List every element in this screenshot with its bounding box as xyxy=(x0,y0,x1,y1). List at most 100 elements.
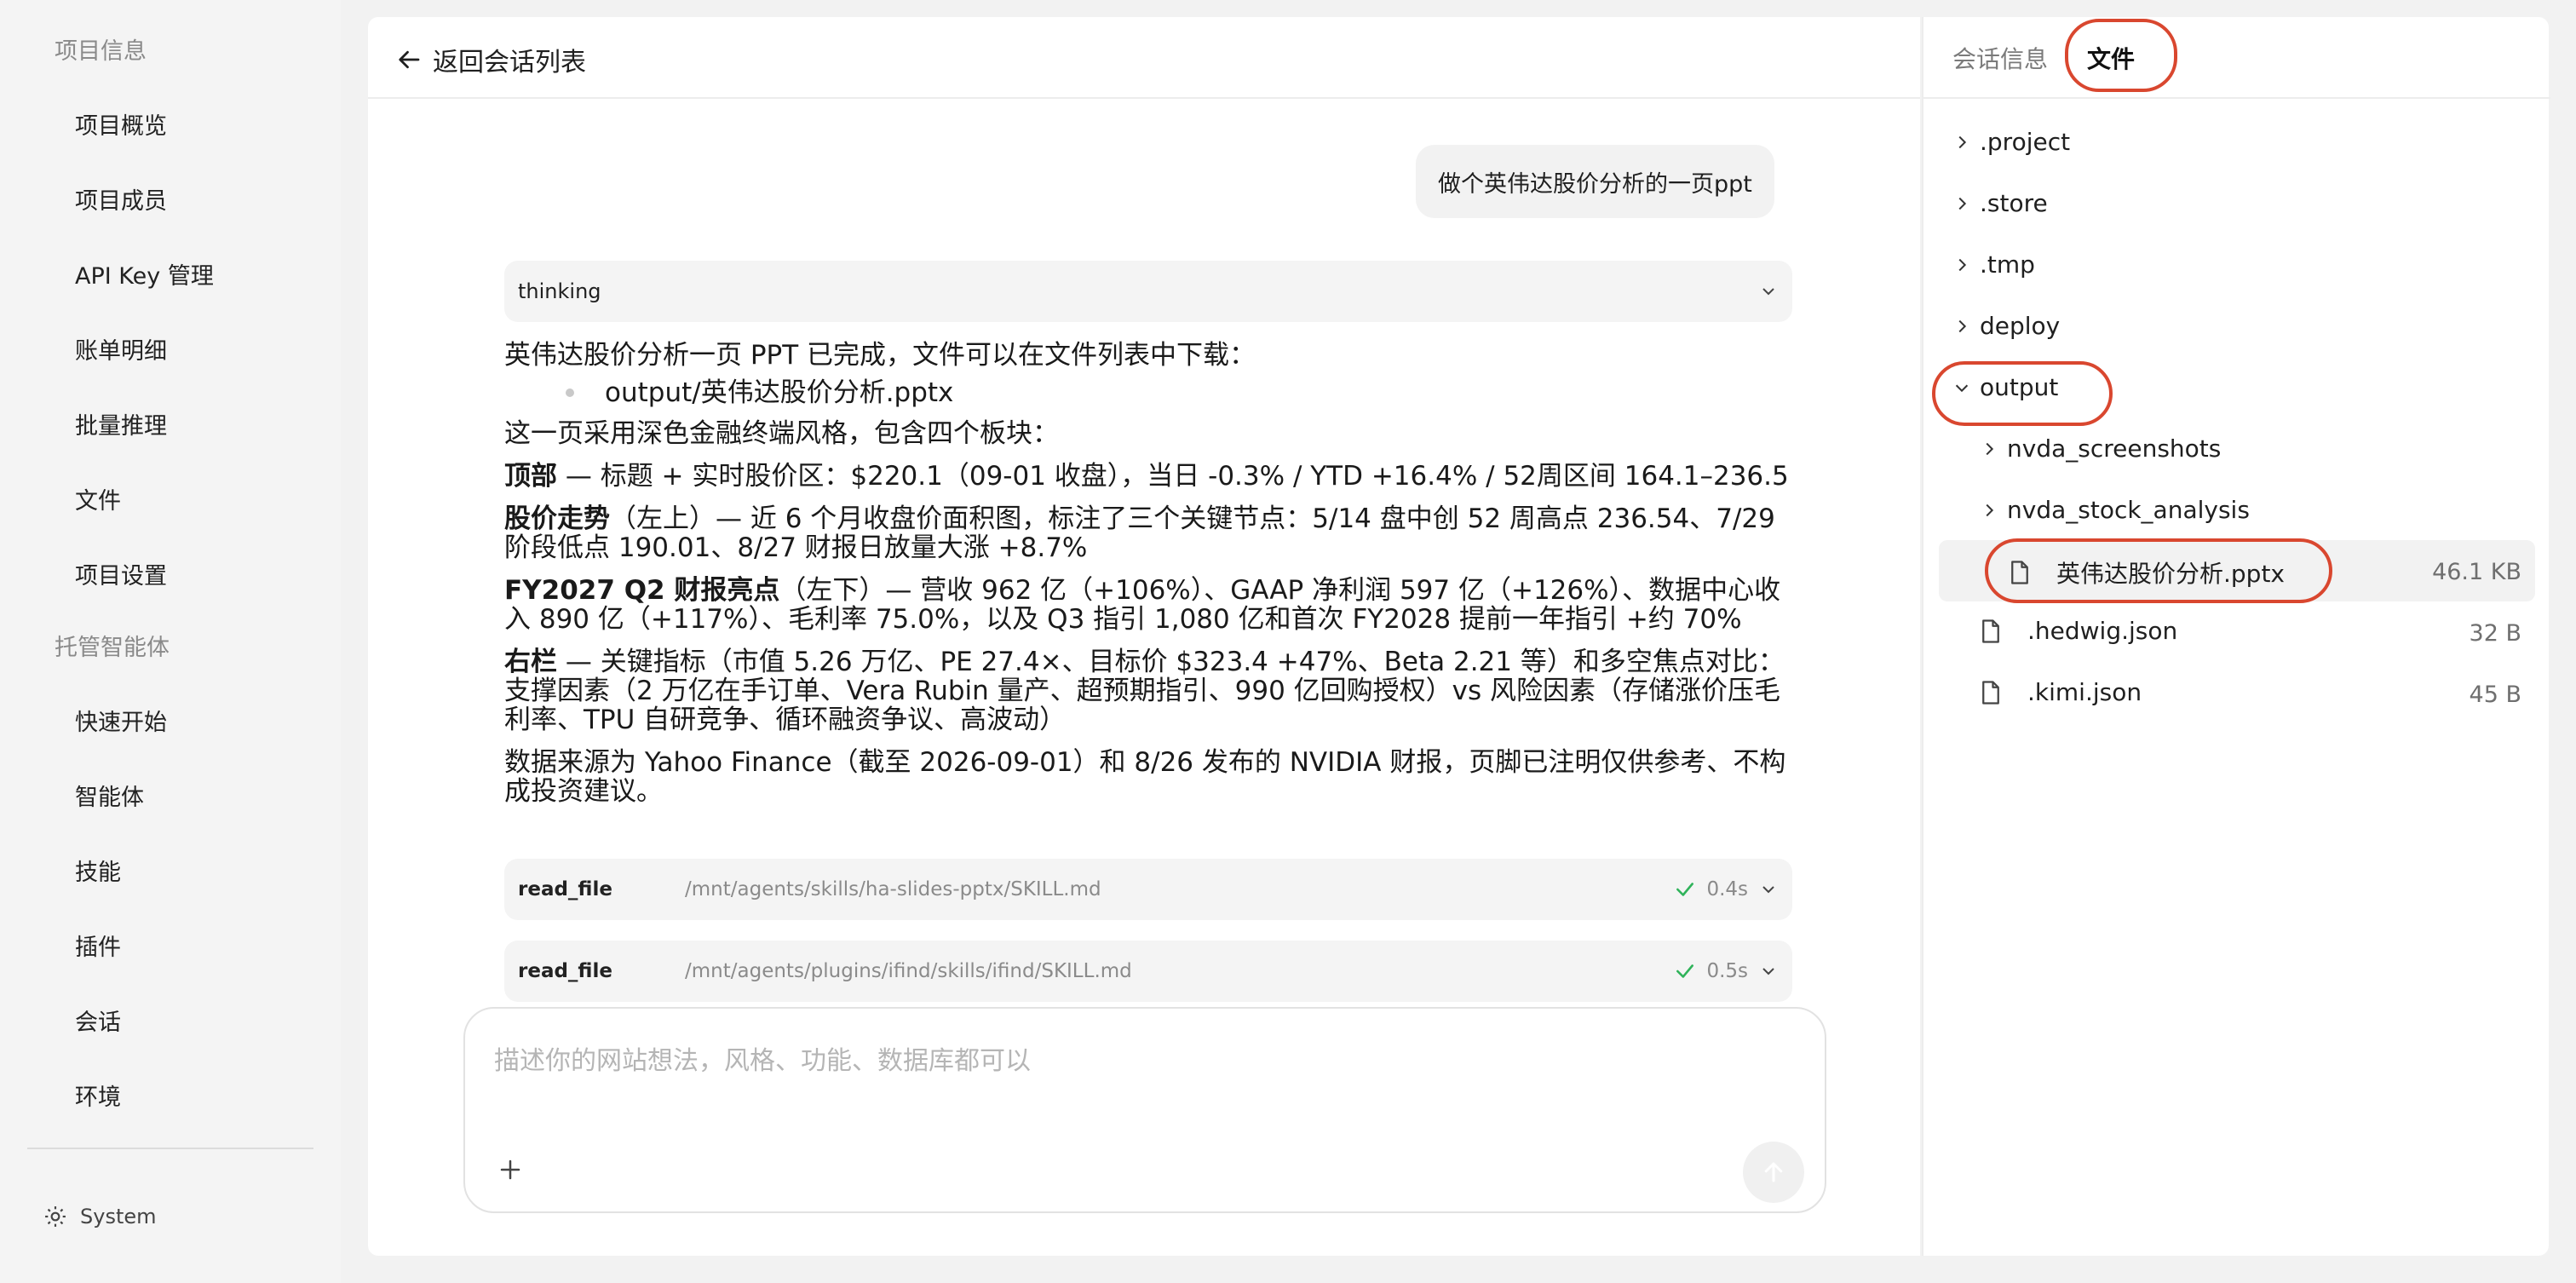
answer-intro: 英伟达股价分析一页 PPT 已完成，文件可以在文件列表中下载： xyxy=(504,340,1256,371)
sidebar-item-members[interactable]: 项目成员 xyxy=(75,182,167,216)
tool-path: /mnt/agents/plugins/ifind/skills/ifind/S… xyxy=(685,960,1132,982)
check-icon xyxy=(1676,964,1694,978)
answer-top-text: — 标题 + 实时股价区：$220.1（09-01 收盘），当日 -0.3% /… xyxy=(557,461,1789,492)
chevron-right-icon xyxy=(1958,258,1967,271)
system-label: System xyxy=(80,1205,157,1228)
back-label: 返回会话列表 xyxy=(433,48,586,78)
sidebar-item-quickstart[interactable]: 快速开始 xyxy=(75,704,167,737)
tree-label: .kimi.json xyxy=(2027,678,2142,706)
tree-label: output xyxy=(1980,373,2059,401)
sidebar-item-sessions[interactable]: 会话 xyxy=(75,1004,121,1037)
tree-label: .project xyxy=(1980,128,2071,156)
answer-trend-section: 股价走势（左上）— 近 6 个月收盘价面积图，标注了三个关键节点：5/14 盘中… xyxy=(504,504,1799,562)
chevron-down-icon xyxy=(1762,288,1774,296)
plus-icon[interactable] xyxy=(497,1157,523,1182)
sun-icon xyxy=(45,1206,66,1227)
tab-session-info[interactable]: 会话信息 xyxy=(1952,41,2048,75)
chevron-right-icon xyxy=(1958,197,1967,210)
file-icon xyxy=(1982,680,1999,705)
tree-folder-nvda-stock-analysis[interactable]: nvda_stock_analysis xyxy=(1980,496,2250,524)
answer-file-bullet: output/英伟达股价分析.pptx xyxy=(566,378,1799,407)
answer-right-label: 右栏 xyxy=(504,647,557,677)
answer-right-section: 右栏 — 关键指标（市值 5.26 万亿、PE 27.4×、目标价 $323.4… xyxy=(504,647,1799,734)
tree-folder-project[interactable]: .project xyxy=(1952,128,2070,156)
chevron-right-icon xyxy=(1958,319,1967,332)
answer-trend-label: 股价走势 xyxy=(504,503,610,534)
sidebar-item-skills[interactable]: 技能 xyxy=(75,854,121,887)
tree-file-hedwig-json[interactable]: .hedwig.json xyxy=(1980,617,2177,645)
tool-name: read_file xyxy=(518,878,612,900)
tree-label: .tmp xyxy=(1980,250,2035,279)
answer-fy-label: FY2027 Q2 财报亮点 xyxy=(504,575,780,606)
chat-header: 返回会话列表 xyxy=(368,17,1920,99)
tree-label: .store xyxy=(1980,189,2048,217)
right-panel: 会话信息 文件 .project .store .tmp deploy outp… xyxy=(1922,17,2550,1256)
user-message: 做个英伟达股价分析的一页ppt xyxy=(1416,145,1774,218)
answer-top-section: 顶部 — 标题 + 实时股价区：$220.1（09-01 收盘），当日 -0.3… xyxy=(504,462,1799,491)
sidebar-item-batch[interactable]: 批量推理 xyxy=(75,407,167,440)
tool-call-row[interactable]: read_file /mnt/agents/plugins/ifind/skil… xyxy=(504,941,1792,1002)
send-button[interactable] xyxy=(1743,1142,1804,1203)
tree-folder-output[interactable]: output xyxy=(1952,373,2058,401)
chevron-right-icon xyxy=(1958,135,1967,148)
message-composer[interactable]: 描述你的网站想法，风格、功能、数据库都可以 xyxy=(463,1007,1826,1213)
chat-panel: 返回会话列表 做个英伟达股价分析的一页ppt thinking 英伟达股价分析一… xyxy=(368,17,1920,1256)
sidebar-group-project: 项目信息 xyxy=(55,38,147,65)
tool-duration: 0.4s xyxy=(1706,878,1748,900)
sidebar-item-billing[interactable]: 账单明细 xyxy=(75,332,167,365)
answer-style-line: 这一页采用深色金融终端风格，包含四个板块： xyxy=(504,418,1059,449)
arrow-left-icon xyxy=(399,50,420,69)
answer-top-label: 顶部 xyxy=(504,461,557,492)
tool-name: read_file xyxy=(518,960,612,982)
answer-source: 数据来源为 Yahoo Finance（截至 2026-09-01）和 8/26… xyxy=(504,747,1786,807)
composer-input[interactable]: 描述你的网站想法，风格、功能、数据库都可以 xyxy=(494,1039,1031,1077)
check-icon xyxy=(1676,883,1694,896)
answer-trend-text: （左上）— 近 6 个月收盘价面积图，标注了三个关键节点：5/14 盘中创 52… xyxy=(504,503,1775,563)
sidebar-item-agents[interactable]: 智能体 xyxy=(75,779,144,812)
tree-folder-nvda-screenshots[interactable]: nvda_screenshots xyxy=(1980,434,2221,463)
chevron-right-icon xyxy=(1986,503,1994,516)
tool-duration: 0.5s xyxy=(1706,960,1748,982)
tree-label: 英伟达股价分析.pptx xyxy=(2056,560,2285,588)
back-to-sessions-button[interactable]: 返回会话列表 xyxy=(397,41,586,78)
thinking-label: thinking xyxy=(518,279,601,303)
chevron-right-icon xyxy=(1986,442,1994,455)
tree-label: nvda_screenshots xyxy=(2007,434,2222,463)
sidebar-item-api-key[interactable]: API Key 管理 xyxy=(75,257,214,291)
file-icon xyxy=(1982,618,1999,643)
tool-path: /mnt/agents/skills/ha-slides-pptx/SKILL.… xyxy=(685,878,1101,900)
right-panel-tabs: 会话信息 文件 xyxy=(1923,17,2550,99)
answer-file-path: output/英伟达股价分析.pptx xyxy=(605,377,954,408)
tab-files[interactable]: 文件 xyxy=(2087,41,2135,75)
file-size: 32 B xyxy=(2469,620,2521,647)
bullet-dot xyxy=(566,388,574,397)
tree-folder-tmp[interactable]: .tmp xyxy=(1952,250,2035,279)
answer-fy-section: FY2027 Q2 财报亮点（左下）— 营收 962 亿（+106%）、GAAP… xyxy=(504,576,1799,634)
thinking-toggle[interactable]: thinking xyxy=(504,261,1792,322)
chevron-down-icon xyxy=(1762,886,1774,894)
file-icon xyxy=(2011,561,2028,584)
tool-call-row[interactable]: read_file /mnt/agents/skills/ha-slides-p… xyxy=(504,859,1792,920)
file-size: 46.1 KB xyxy=(2432,559,2521,585)
sidebar-group-agents: 托管智能体 xyxy=(55,635,170,661)
tree-file-kimi-json[interactable]: .kimi.json xyxy=(1980,678,2142,706)
sidebar-divider xyxy=(27,1148,313,1149)
answer-right-text: — 关键指标（市值 5.26 万亿、PE 27.4×、目标价 $323.4 +4… xyxy=(504,647,1785,735)
sidebar-item-settings[interactable]: 项目设置 xyxy=(75,557,167,590)
chevron-down-icon xyxy=(1762,968,1774,975)
tree-label: deploy xyxy=(1980,312,2061,340)
arrow-up-icon xyxy=(1764,1162,1783,1182)
tree-label: .hedwig.json xyxy=(2027,617,2178,645)
sidebar-item-overview[interactable]: 项目概览 xyxy=(75,107,167,141)
chevron-down-icon xyxy=(1955,384,1969,392)
tree-file-pptx[interactable]: 英伟达股价分析.pptx xyxy=(2009,555,2285,590)
assistant-answer: 英伟达股价分析一页 PPT 已完成，文件可以在文件列表中下载： output/英… xyxy=(504,341,1799,820)
file-size: 45 B xyxy=(2469,682,2521,708)
sidebar-item-files[interactable]: 文件 xyxy=(75,482,121,515)
tree-folder-deploy[interactable]: deploy xyxy=(1952,312,2060,340)
sidebar-item-plugins[interactable]: 插件 xyxy=(75,929,121,962)
sidebar: 项目信息 项目概览 项目成员 API Key 管理 账单明细 批量推理 文件 项… xyxy=(0,0,341,1283)
tree-folder-store[interactable]: .store xyxy=(1952,189,2048,217)
sidebar-item-environment[interactable]: 环境 xyxy=(75,1079,121,1112)
theme-toggle[interactable]: System xyxy=(44,1205,157,1228)
